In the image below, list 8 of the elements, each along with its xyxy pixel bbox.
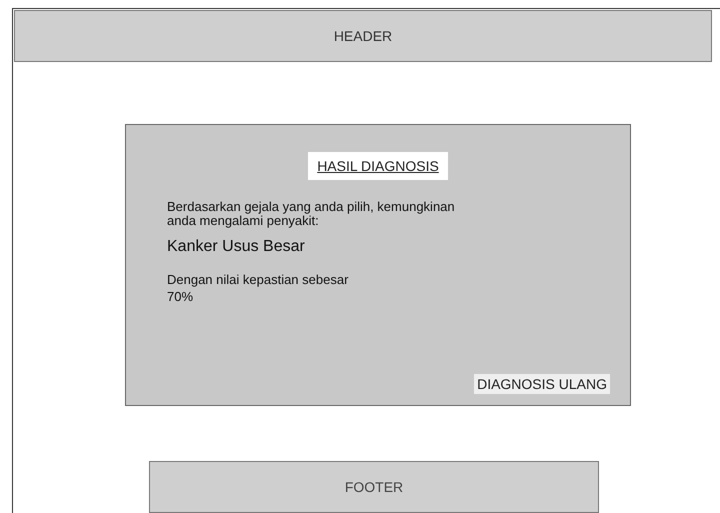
footer-bar: FOOTER	[149, 461, 599, 513]
certainty-label: Dengan nilai kepastian sebesar	[167, 271, 350, 288]
diagnose-again-button[interactable]: DIAGNOSIS ULANG	[474, 374, 610, 394]
certainty-value: 70%	[167, 288, 194, 305]
result-title: HASIL DIAGNOSIS	[308, 152, 448, 180]
disease-name: Kanker Usus Besar	[167, 238, 306, 256]
intro-text: Berdasarkan gejala yang anda pilih, kemungkinan anda mengalami penyakit:	[167, 200, 456, 228]
header-bar: HEADER	[14, 10, 712, 62]
